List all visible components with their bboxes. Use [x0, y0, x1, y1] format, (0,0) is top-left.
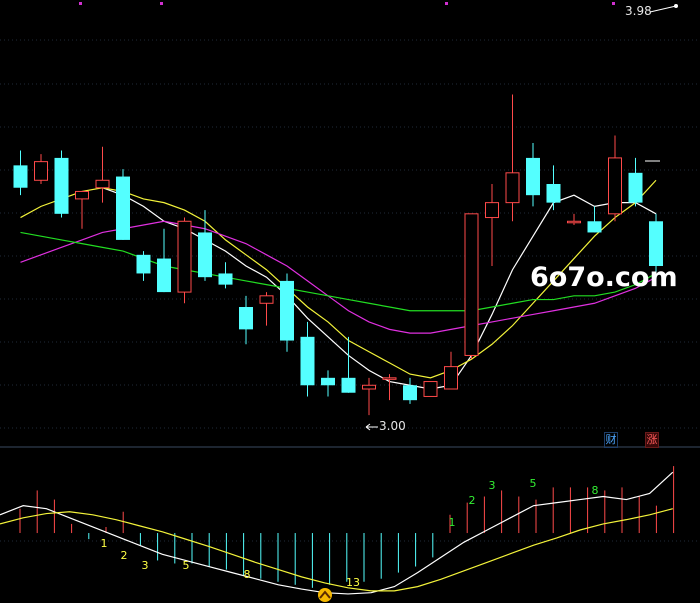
- price-high-label: 3.98: [625, 4, 652, 18]
- candle: [403, 385, 417, 401]
- candle: [362, 384, 376, 390]
- stock-chart[interactable]: 123 5813123 58: [0, 0, 700, 603]
- count-label: 2: [121, 549, 128, 562]
- high-arrow-dot: [674, 4, 678, 8]
- candle: [218, 273, 233, 285]
- candle: [239, 307, 253, 330]
- limit-up-badge[interactable]: 涨: [645, 432, 659, 448]
- candle: [95, 179, 110, 189]
- count-label: 3: [489, 479, 496, 492]
- candle: [280, 280, 294, 341]
- candle: [75, 190, 89, 200]
- top-marker: [79, 2, 82, 5]
- candle: [464, 213, 479, 356]
- candle: [116, 176, 130, 240]
- candle: [34, 161, 48, 181]
- candle: [321, 377, 335, 386]
- candle: [505, 172, 520, 204]
- finance-badge[interactable]: 财: [604, 432, 618, 448]
- price-low-label: 3.00: [379, 419, 406, 433]
- count-label: 8: [244, 568, 251, 581]
- count-label: 13: [346, 576, 360, 589]
- count-label: 3: [142, 559, 149, 572]
- candle: [157, 258, 171, 293]
- watermark: 6o7o.com: [530, 262, 678, 293]
- candle: [198, 232, 212, 278]
- chevron-up-icon: [318, 588, 332, 602]
- candle: [259, 295, 274, 304]
- count-label: 1: [101, 537, 108, 550]
- count-label: 5: [183, 559, 190, 572]
- candle: [13, 165, 28, 188]
- candle: [177, 220, 192, 293]
- top-marker: [160, 2, 163, 5]
- candle: [136, 254, 151, 274]
- candle: [444, 366, 458, 390]
- count-label: 2: [469, 494, 476, 507]
- candle: [382, 377, 397, 380]
- count-label: 8: [592, 484, 599, 497]
- high-arrow-line: [649, 5, 677, 13]
- top-marker: [612, 2, 615, 5]
- count-label: 5: [530, 477, 537, 490]
- candle: [649, 221, 663, 266]
- candle: [567, 220, 581, 224]
- top-marker: [445, 2, 448, 5]
- candle: [300, 336, 315, 386]
- candle: [54, 157, 69, 214]
- candle: [546, 184, 561, 203]
- candle: [423, 381, 438, 397]
- candle: [587, 221, 602, 233]
- candle: [628, 172, 643, 203]
- candle: [526, 157, 540, 196]
- count-label: 1: [449, 516, 456, 529]
- candle: [341, 377, 356, 393]
- candle: [485, 202, 499, 219]
- candle: [608, 157, 622, 215]
